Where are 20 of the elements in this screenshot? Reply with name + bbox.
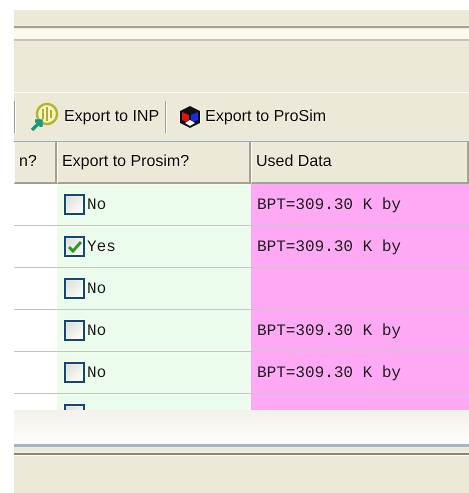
table-cell: No [87,196,106,214]
checkbox[interactable] [64,236,85,257]
table-cell: No [87,322,106,340]
scrollbar[interactable] [14,410,469,447]
export-button[interactable]: Export to ProSim [173,99,332,135]
export-arrow-icon [28,101,60,133]
table-cell: BPT=309.30 K by [251,310,469,351]
table-cell: BPT=309.30 K by [251,184,469,225]
table-cell: No [87,364,106,382]
checkbox[interactable] [64,320,85,341]
checkbox[interactable] [64,362,85,383]
checkbox[interactable] [64,278,85,299]
checkbox[interactable] [64,194,85,215]
table-cell: BPT=309.30 K by [251,226,469,267]
table-cell: No [87,280,106,298]
table-cell: BPT=309.30 K by [251,352,469,393]
check-icon [68,240,82,252]
cube-icon [179,105,202,129]
export-button[interactable]: Export to INP [22,99,166,135]
table-cell: Yes [87,238,116,256]
